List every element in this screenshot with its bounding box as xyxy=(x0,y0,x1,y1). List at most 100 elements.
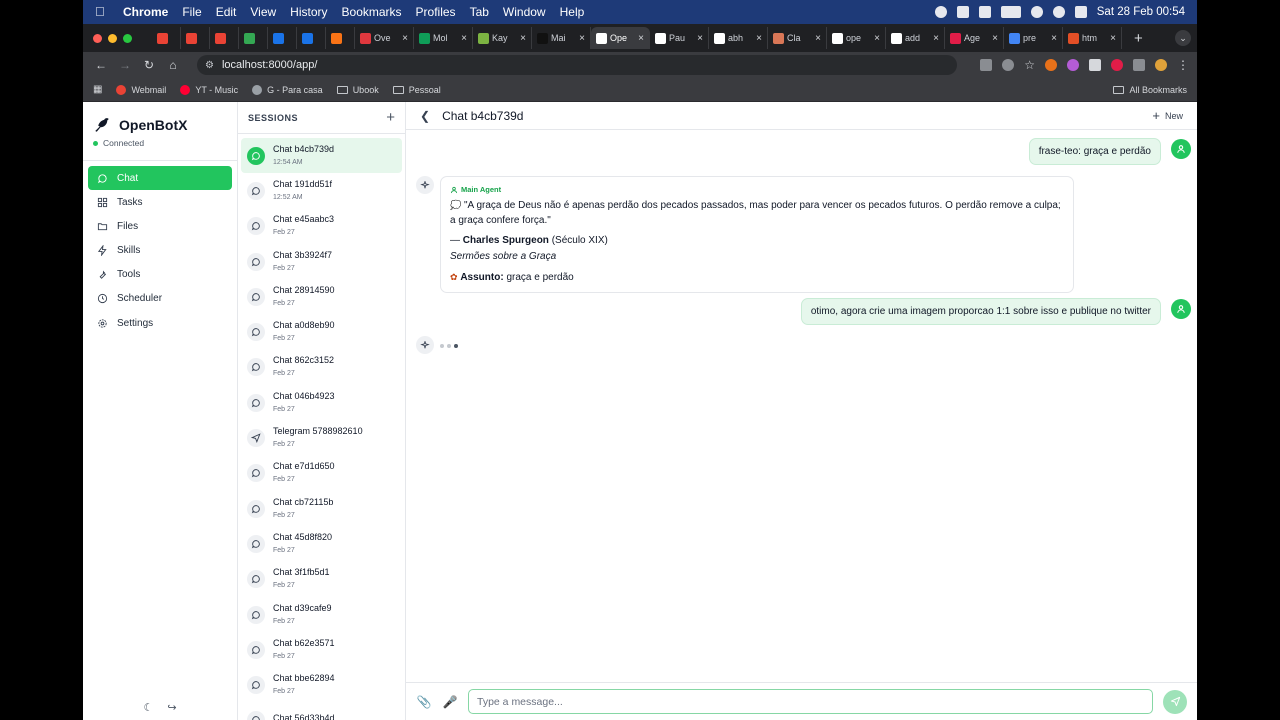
browser-tab[interactable]: pre × xyxy=(1004,27,1063,49)
password-key-icon[interactable] xyxy=(1002,59,1015,71)
close-tab-icon[interactable]: × xyxy=(697,33,703,44)
close-tab-icon[interactable]: × xyxy=(638,33,644,44)
browser-tab[interactable]: Ove × xyxy=(355,27,414,49)
sidebar-item-tasks[interactable]: Tasks xyxy=(88,190,232,214)
browser-tab[interactable] xyxy=(297,27,326,49)
menu-help[interactable]: Help xyxy=(560,5,585,19)
menu-file[interactable]: File xyxy=(182,5,201,19)
bookmark-item[interactable]: Webmail xyxy=(116,84,166,95)
session-item[interactable]: Chat bbe62894 Feb 27 xyxy=(241,667,402,702)
close-tab-icon[interactable]: × xyxy=(756,33,762,44)
close-window-button[interactable] xyxy=(93,33,102,43)
session-item[interactable]: Chat 3b3924f7 Feb 27 xyxy=(241,244,402,279)
browser-tab[interactable]: htm × xyxy=(1063,27,1122,49)
home-button[interactable]: ⌂ xyxy=(163,58,183,72)
sidebar-item-chat[interactable]: Chat xyxy=(88,166,232,190)
browser-tab[interactable]: abh × xyxy=(709,27,768,49)
sidebar-item-settings[interactable]: Settings xyxy=(88,311,232,335)
close-tab-icon[interactable]: × xyxy=(461,33,467,44)
forward-button[interactable]: → xyxy=(115,58,135,72)
microphone-icon[interactable]: 🎤 xyxy=(442,695,458,709)
close-tab-icon[interactable]: × xyxy=(520,33,526,44)
menu-history[interactable]: History xyxy=(290,5,327,19)
close-tab-icon[interactable]: × xyxy=(1110,33,1116,44)
logout-icon[interactable]: ↪ xyxy=(167,701,176,714)
extension-color-icon[interactable] xyxy=(1067,59,1079,71)
browser-tab[interactable] xyxy=(239,27,268,49)
session-item[interactable]: Chat e45aabc3 Feb 27 xyxy=(241,209,402,244)
session-item[interactable]: Chat 046b4923 Feb 27 xyxy=(241,385,402,420)
address-url[interactable]: localhost:8000/app/ xyxy=(222,59,317,71)
bookmark-item[interactable]: Pessoal xyxy=(392,85,441,95)
new-tab-button[interactable]: + xyxy=(1134,30,1143,47)
browser-tab[interactable]: Mol × xyxy=(414,27,473,49)
dropbox-icon[interactable] xyxy=(978,6,991,18)
clock-text[interactable]: Sat 28 Feb 00:54 xyxy=(1097,6,1185,18)
browser-tab[interactable] xyxy=(268,27,297,49)
browser-tab[interactable]: Cla × xyxy=(768,27,827,49)
browser-tab[interactable] xyxy=(326,27,355,49)
browser-tab[interactable]: Ope × xyxy=(591,27,650,49)
close-tab-icon[interactable]: × xyxy=(992,33,998,44)
profile-avatar[interactable] xyxy=(1155,59,1167,71)
cast-icon[interactable] xyxy=(980,59,993,71)
session-item[interactable]: Chat b62e3571 Feb 27 xyxy=(241,632,402,667)
menu-bookmarks[interactable]: Bookmarks xyxy=(342,5,402,19)
close-tab-icon[interactable]: × xyxy=(874,33,880,44)
extension-orange-icon[interactable] xyxy=(1045,59,1057,71)
session-item[interactable]: Chat e7d1d650 Feb 27 xyxy=(241,456,402,491)
sidebar-item-skills[interactable]: Skills xyxy=(88,239,232,263)
message-input[interactable] xyxy=(468,689,1153,714)
close-tab-icon[interactable]: × xyxy=(815,33,821,44)
minimize-window-button[interactable] xyxy=(108,33,117,43)
chrome-menu-icon[interactable]: ⋮ xyxy=(1177,59,1189,71)
close-tab-icon[interactable]: × xyxy=(933,33,939,44)
extension-hat-icon[interactable] xyxy=(1111,59,1123,71)
shield-icon[interactable] xyxy=(956,6,969,18)
browser-tab[interactable] xyxy=(181,27,210,49)
close-tab-icon[interactable]: × xyxy=(402,33,408,44)
session-item[interactable]: Chat b4cb739d 12:54 AM xyxy=(241,138,402,174)
browser-tab[interactable]: add × xyxy=(886,27,945,49)
menu-tab[interactable]: Tab xyxy=(470,5,489,19)
record-icon[interactable] xyxy=(934,6,947,18)
close-tab-icon[interactable]: × xyxy=(1051,33,1057,44)
paperclip-icon[interactable]: 📎 xyxy=(416,695,432,709)
browser-tab[interactable]: Pau × xyxy=(650,27,709,49)
bookmark-star-icon[interactable]: ☆ xyxy=(1024,59,1035,71)
session-item[interactable]: Chat a0d8eb90 Feb 27 xyxy=(241,314,402,349)
sidebar-item-tools[interactable]: Tools xyxy=(88,263,232,287)
menu-view[interactable]: View xyxy=(250,5,276,19)
menu-edit[interactable]: Edit xyxy=(216,5,237,19)
menu-window[interactable]: Window xyxy=(503,5,546,19)
close-tab-icon[interactable]: × xyxy=(579,33,585,44)
bookmark-item[interactable]: G - Para casa xyxy=(252,84,323,95)
battery-icon[interactable] xyxy=(1000,6,1021,18)
sidebar-item-files[interactable]: Files xyxy=(88,214,232,238)
new-chat-button[interactable]: + New xyxy=(1152,108,1183,123)
extensions-puzzle-icon[interactable] xyxy=(1133,59,1145,71)
session-item[interactable]: Chat cb72115b Feb 27 xyxy=(241,491,402,526)
menu-app-name[interactable]: Chrome xyxy=(123,5,168,19)
search-icon[interactable] xyxy=(1052,6,1065,18)
tab-search-button[interactable]: ⌄ xyxy=(1175,30,1191,46)
browser-tab[interactable]: ope × xyxy=(827,27,886,49)
session-item[interactable]: Chat d39cafe9 Feb 27 xyxy=(241,597,402,632)
apps-grid-icon[interactable]: ▦ xyxy=(93,84,102,95)
browser-tab[interactable]: Age × xyxy=(945,27,1004,49)
bookmark-item[interactable]: Ubook xyxy=(336,85,379,95)
control-center-icon[interactable] xyxy=(1074,6,1087,18)
eyedropper-icon[interactable] xyxy=(1089,59,1101,71)
chevron-left-icon[interactable]: ❮ xyxy=(420,109,430,123)
send-button[interactable] xyxy=(1163,689,1187,714)
apple-icon[interactable]:  xyxy=(95,5,109,19)
wifi-icon[interactable] xyxy=(1030,6,1043,18)
zoom-window-button[interactable] xyxy=(123,33,132,43)
session-item[interactable]: Chat 28914590 Feb 27 xyxy=(241,279,402,314)
session-item[interactable]: Chat 3f1fb5d1 Feb 27 xyxy=(241,562,402,597)
browser-tab[interactable] xyxy=(152,27,181,49)
browser-tab[interactable]: Mai × xyxy=(532,27,591,49)
site-info-icon[interactable]: ⚙ xyxy=(205,60,214,71)
session-item[interactable]: Chat 45d8f820 Feb 27 xyxy=(241,526,402,561)
session-item[interactable]: Telegram 5788982610 Feb 27 xyxy=(241,420,402,455)
